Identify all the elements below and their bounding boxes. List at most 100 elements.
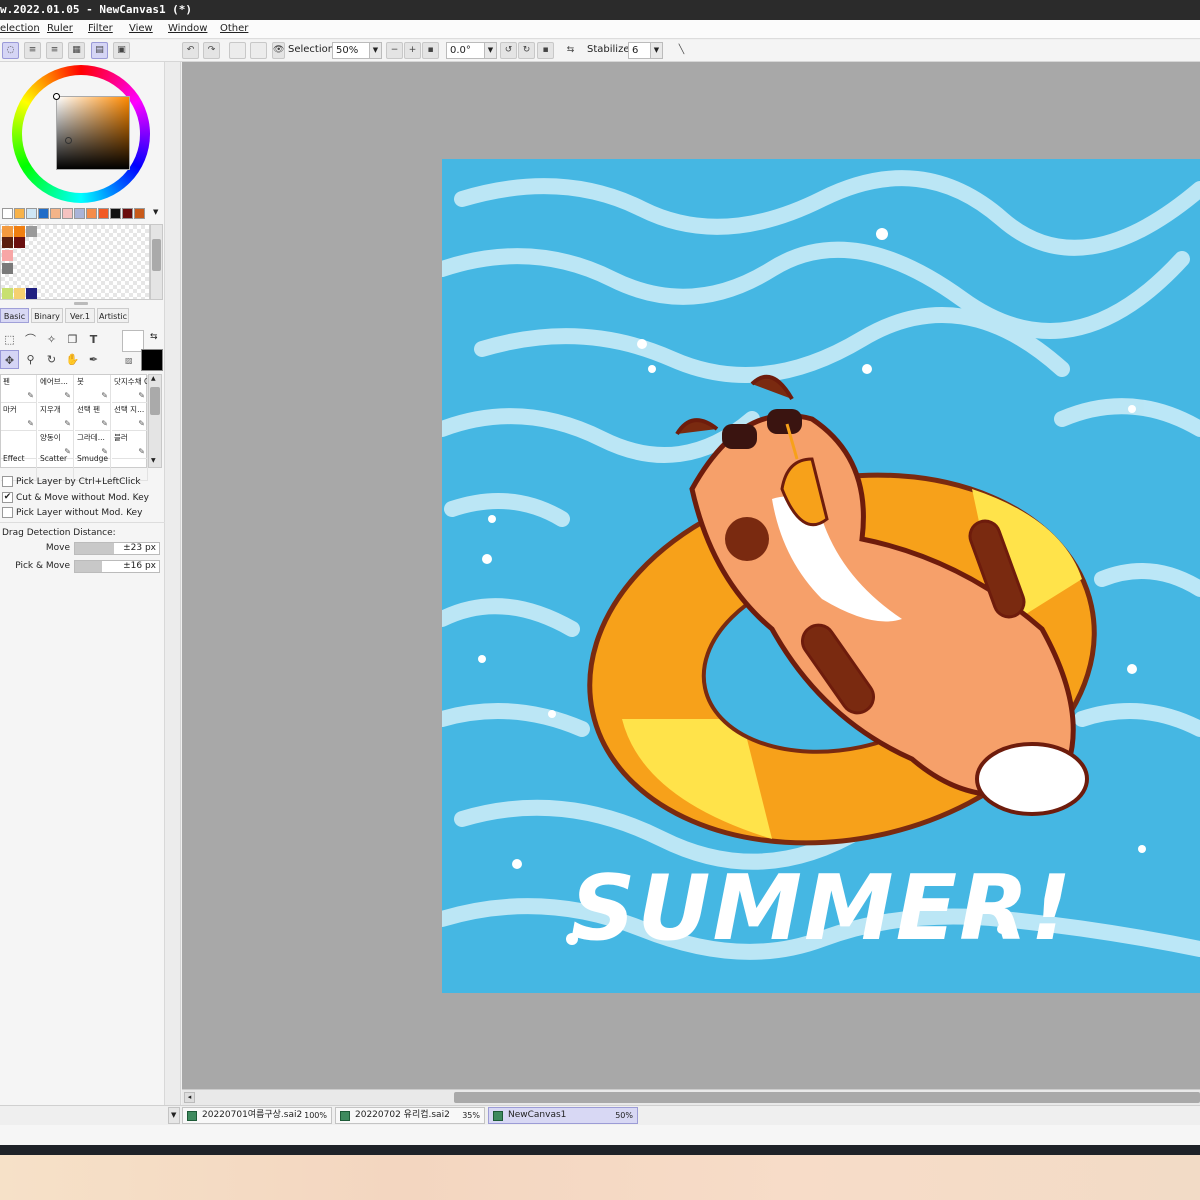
transparent-color-icon[interactable]: ▨	[125, 356, 133, 365]
scratch-pad-icon[interactable]: ▣	[113, 42, 130, 59]
menu-other[interactable]: Other	[220, 23, 248, 34]
scratch-swatch[interactable]	[14, 226, 25, 237]
saturation-value-square[interactable]	[56, 96, 130, 170]
brush-slot[interactable]: 지우개 ✎	[38, 403, 74, 431]
tab-artistic[interactable]: Artistic	[97, 308, 129, 323]
palette-swatch[interactable]	[134, 208, 145, 219]
doc-tab-1[interactable]: 20220701여름구상.sai2 100%	[182, 1107, 332, 1124]
rgb-slider-mode-icon[interactable]: ≡	[24, 42, 41, 59]
selection-visibility-icon[interactable]: 👁	[272, 42, 285, 59]
palette-swatch[interactable]	[26, 208, 37, 219]
menu-selection[interactable]: election	[0, 23, 40, 34]
scratch-swatch[interactable]	[2, 237, 13, 248]
scratch-swatch[interactable]	[2, 226, 13, 237]
palette-swatch[interactable]	[122, 208, 133, 219]
scratch-swatch[interactable]	[2, 250, 13, 261]
rotate-tool-icon[interactable]: ↻	[42, 350, 61, 369]
color-wheel-mode-icon[interactable]: ◌	[2, 42, 19, 59]
left-panel-scroll-strip[interactable]: ◂	[165, 62, 181, 1124]
tab-list-dropdown-icon[interactable]: ▼	[168, 1107, 180, 1124]
color-wheel[interactable]	[12, 65, 150, 203]
palette-swatch[interactable]	[110, 208, 121, 219]
shape-tool-icon[interactable]: ❐	[63, 330, 82, 349]
scroll-left-icon[interactable]: ◂	[184, 1092, 195, 1103]
scratch-swatch[interactable]	[26, 288, 37, 299]
palette-swatch[interactable]	[2, 208, 13, 219]
hue-marker[interactable]	[65, 137, 72, 144]
canvas-viewport[interactable]: SUMMER!	[182, 62, 1200, 1089]
scratch-swatch-panel[interactable]	[0, 224, 150, 300]
rotation-dropdown-icon[interactable]: ▼	[484, 42, 497, 59]
palette-swatch[interactable]	[86, 208, 97, 219]
brush-slot[interactable]: 붓 ✎	[75, 375, 111, 403]
undo-icon[interactable]: ↶	[182, 42, 199, 59]
palette-swatch[interactable]	[62, 208, 73, 219]
rotation-field[interactable]: 0.0°	[446, 42, 486, 59]
tab-ver1[interactable]: Ver.1	[65, 308, 95, 323]
swatch-scrollbar-thumb[interactable]	[152, 239, 161, 271]
hand-tool-icon[interactable]: ✋	[63, 350, 82, 369]
brush-slot[interactable]: 에어브... ✎	[38, 375, 74, 403]
stabilizer-field[interactable]: 6	[628, 42, 652, 59]
palette-swatch[interactable]	[74, 208, 85, 219]
doc-tab-2[interactable]: 20220702 유리컵.sai2 35%	[335, 1107, 485, 1124]
brush-scrollbar[interactable]: ▲ ▼	[148, 374, 162, 468]
doc-tab-3[interactable]: NewCanvas1 50%	[488, 1107, 638, 1124]
brush-scrollbar-thumb[interactable]	[150, 387, 160, 415]
move-tool-icon[interactable]: ✥	[0, 350, 19, 369]
rotation-reset-icon[interactable]: ▪	[537, 42, 554, 59]
brush-slot[interactable]: 닷지수채 Color ✎	[112, 375, 148, 403]
pick-layer-ctrl-checkbox[interactable]	[2, 476, 13, 487]
palette-swatch[interactable]	[14, 208, 25, 219]
sv-marker[interactable]	[53, 93, 60, 100]
line-tool-icon[interactable]: ╲	[673, 42, 690, 59]
flip-horizontal-icon[interactable]: ⇆	[562, 42, 579, 59]
hsv-slider-mode-icon[interactable]: ≡	[46, 42, 63, 59]
select-all-icon[interactable]	[250, 42, 267, 59]
pick-layer-ctrl-option[interactable]: Pick Layer by Ctrl+LeftClick	[2, 475, 141, 490]
stabilizer-dropdown-icon[interactable]: ▼	[650, 42, 663, 59]
zoom-reset-icon[interactable]: ▪	[422, 42, 439, 59]
canvas-artwork[interactable]: SUMMER!	[442, 159, 1200, 993]
rotate-right-icon[interactable]: ↻	[518, 42, 535, 59]
text-tool-icon[interactable]: T	[84, 330, 103, 349]
redo-icon[interactable]: ↷	[203, 42, 220, 59]
pick-layer-nomod-option[interactable]: Pick Layer without Mod. Key	[2, 506, 142, 521]
zoom-dropdown-icon[interactable]: ▼	[369, 42, 382, 59]
scratch-swatch[interactable]	[14, 237, 25, 248]
horizontal-scrollbar-thumb[interactable]	[454, 1092, 1200, 1103]
brush-slot[interactable]: 마커 ✎	[1, 403, 37, 431]
cut-move-option[interactable]: ✔ Cut & Move without Mod. Key	[2, 491, 149, 506]
tab-basic[interactable]: Basic	[0, 308, 29, 323]
palette-swatch[interactable]	[38, 208, 49, 219]
swatch-menu-icon[interactable]: ▼	[153, 208, 158, 216]
brush-slot[interactable]: 선택 지... ✎	[112, 403, 148, 431]
scratch-swatch[interactable]	[2, 263, 13, 274]
swatch-mode-icon[interactable]: ▤	[91, 42, 108, 59]
panel-splitter-handle[interactable]	[74, 302, 88, 305]
rotate-left-icon[interactable]: ↺	[500, 42, 517, 59]
pick-layer-nomod-checkbox[interactable]	[2, 507, 13, 518]
menu-filter[interactable]: Filter	[88, 23, 113, 34]
brush-scroll-up-icon[interactable]: ▲	[151, 375, 156, 382]
menu-view[interactable]: View	[129, 23, 153, 34]
swatch-scrollbar[interactable]	[150, 224, 163, 300]
rect-select-icon[interactable]: ⬚	[0, 330, 19, 349]
cut-move-checkbox[interactable]: ✔	[2, 492, 13, 503]
lasso-icon[interactable]: ⌒	[21, 330, 40, 349]
zoom-in-icon[interactable]: +	[404, 42, 421, 59]
mixer-mode-icon[interactable]: ▦	[68, 42, 85, 59]
palette-swatch[interactable]	[50, 208, 61, 219]
scratch-swatch[interactable]	[14, 288, 25, 299]
scratch-swatch[interactable]	[26, 226, 37, 237]
foreground-color-swatch[interactable]	[141, 349, 163, 371]
canvas-horizontal-scrollbar[interactable]: ◂	[182, 1089, 1200, 1105]
brush-slot[interactable]: 선택 펜 ✎	[75, 403, 111, 431]
zoom-field[interactable]: 50%	[332, 42, 372, 59]
scratch-swatch[interactable]	[2, 288, 13, 299]
menu-window[interactable]: Window	[168, 23, 207, 34]
magic-wand-icon[interactable]: ✧	[42, 330, 61, 349]
tab-binary[interactable]: Binary	[31, 308, 63, 323]
brush-scroll-down-icon[interactable]: ▼	[151, 457, 156, 464]
selection-toggle-label[interactable]: Selection	[288, 44, 334, 55]
